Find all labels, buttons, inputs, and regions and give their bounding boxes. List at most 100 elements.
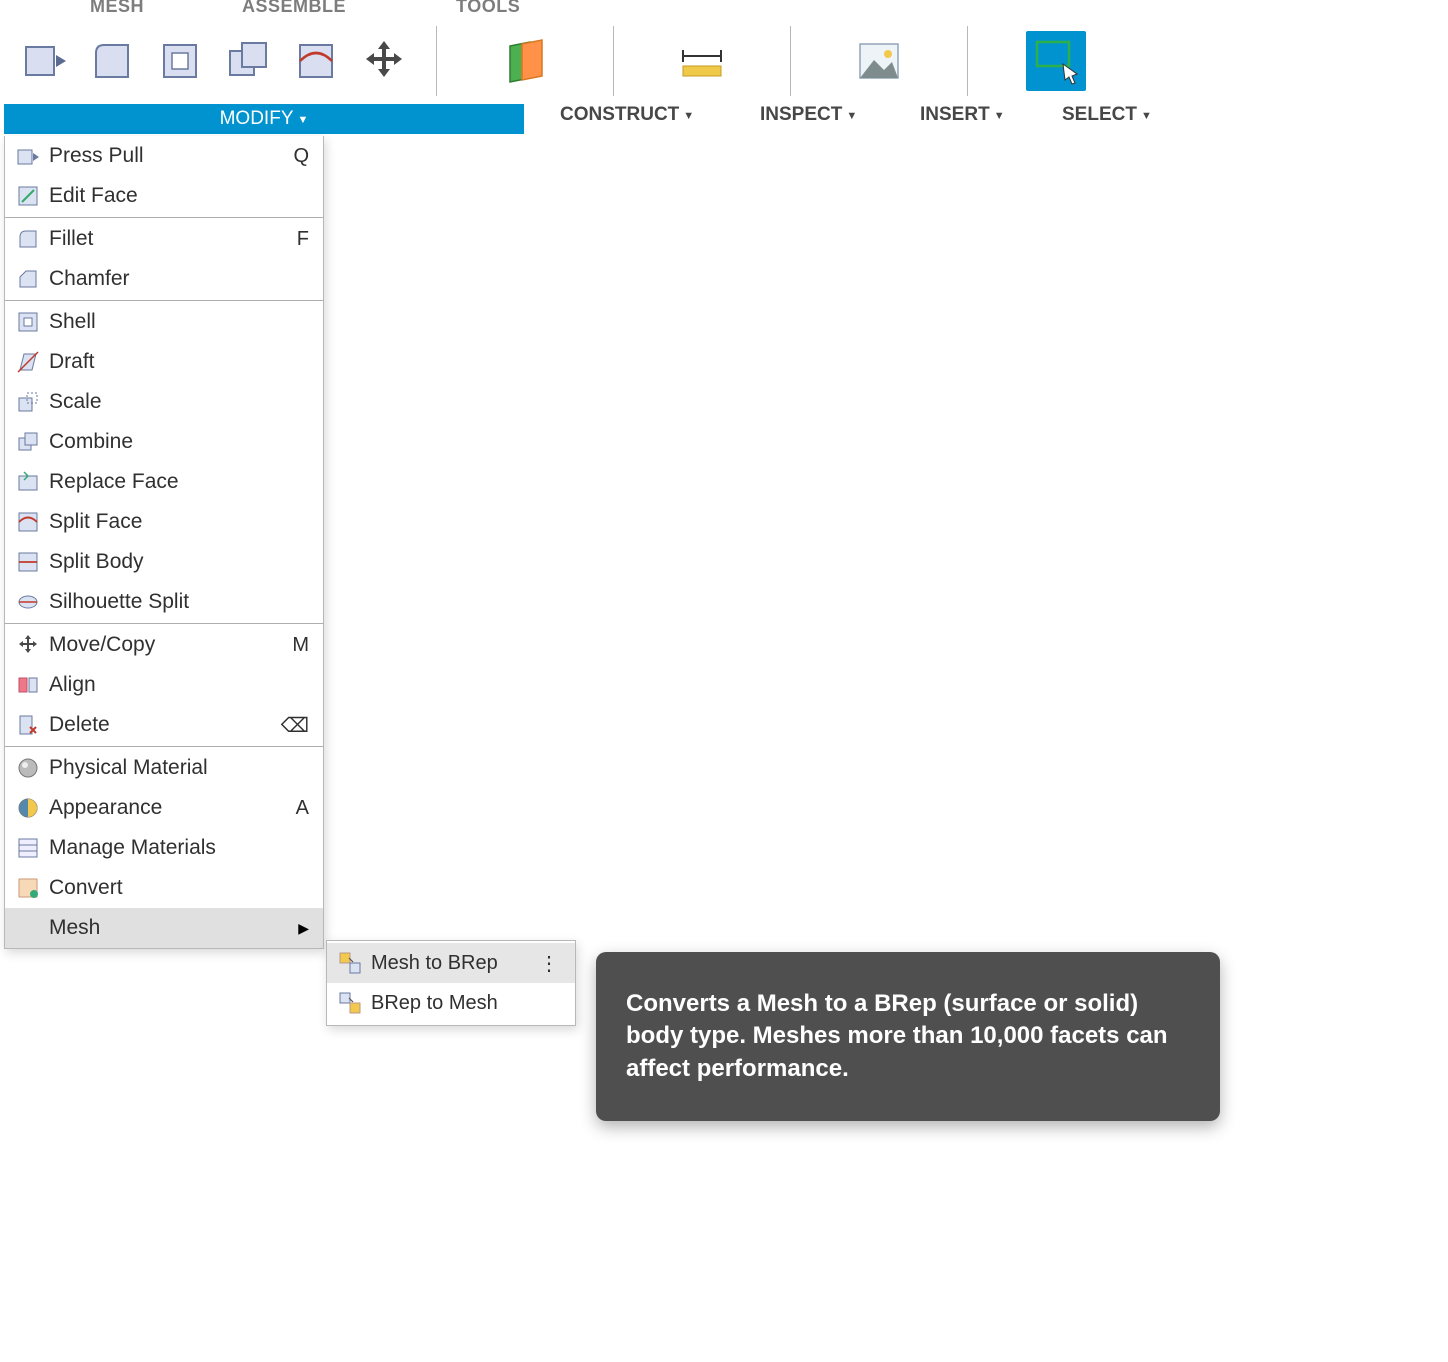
menu-item-label: Silhouette Split [49, 590, 313, 614]
menu-scale[interactable]: Scale [5, 382, 323, 422]
physical-material-icon [15, 755, 41, 781]
insert-dropdown[interactable]: INSERT▼ [920, 104, 1005, 126]
menu-item-label: Mesh to BRep [371, 952, 539, 975]
menu-item-label: Combine [49, 430, 313, 454]
menu-move-copy[interactable]: Move/Copy M [5, 625, 323, 665]
menu-item-shortcut: Q [293, 145, 309, 168]
tab-assemble[interactable]: ASSEMBLE [242, 0, 346, 12]
tool-move[interactable] [354, 31, 414, 91]
tool-combine[interactable] [218, 31, 278, 91]
menu-item-label: Split Face [49, 510, 313, 534]
convert-icon [15, 875, 41, 901]
menu-item-label: Edit Face [49, 184, 313, 208]
construct-dropdown[interactable]: CONSTRUCT▼ [560, 104, 694, 126]
tab-mesh[interactable]: MESH [90, 0, 144, 12]
menu-item-label: Convert [49, 876, 313, 900]
kebab-icon[interactable]: ⋮ [539, 951, 559, 976]
manage-materials-icon [15, 835, 41, 861]
workspace-tabs: MESH ASSEMBLE TOOLS [0, 0, 520, 12]
caret-down-icon: ▼ [683, 110, 694, 122]
silhouette-split-icon [15, 589, 41, 615]
menu-convert[interactable]: Convert [5, 868, 323, 908]
tool-shell[interactable] [150, 31, 210, 91]
menu-appearance[interactable]: Appearance A [5, 788, 323, 828]
tool-select[interactable] [1026, 31, 1086, 91]
menu-item-label: Appearance [49, 796, 296, 820]
caret-down-icon: ▼ [1141, 110, 1152, 122]
menu-silhouette-split[interactable]: Silhouette Split [5, 582, 323, 622]
split-body-icon [15, 549, 41, 575]
menu-split-face[interactable]: Split Face [5, 502, 323, 542]
menu-item-shortcut: A [296, 797, 309, 820]
tool-fillet[interactable] [82, 31, 142, 91]
menu-item-shortcut: F [297, 228, 309, 251]
scale-icon [15, 389, 41, 415]
mesh-to-brep-icon [337, 950, 363, 976]
replace-face-icon [15, 469, 41, 495]
menu-item-label: Draft [49, 350, 313, 374]
menu-mesh[interactable]: Mesh ▶ [5, 908, 323, 948]
press-pull-icon [15, 143, 41, 169]
menu-item-shortcut: M [292, 634, 309, 657]
shell-icon [15, 309, 41, 335]
menu-item-label: Mesh [49, 916, 298, 940]
menu-edit-face[interactable]: Edit Face [5, 176, 323, 216]
menu-fillet[interactable]: Fillet F [5, 219, 323, 259]
tool-split-face[interactable] [286, 31, 346, 91]
menu-item-label: Manage Materials [49, 836, 313, 860]
menu-replace-face[interactable]: Replace Face [5, 462, 323, 502]
menu-item-label: Chamfer [49, 267, 313, 291]
menu-item-label: Split Body [49, 550, 313, 574]
chamfer-icon [15, 266, 41, 292]
inspect-dropdown[interactable]: INSPECT▼ [760, 104, 857, 126]
mesh-submenu: Mesh to BRep ⋮ BRep to Mesh [326, 940, 576, 1026]
toolbar [0, 16, 1448, 106]
edit-face-icon [15, 183, 41, 209]
fillet-icon [15, 226, 41, 252]
menu-item-label: Press Pull [49, 144, 293, 168]
menu-item-shortcut: ⌫ [281, 713, 309, 738]
menu-item-label: Align [49, 673, 313, 697]
draft-icon [15, 349, 41, 375]
delete-icon [15, 712, 41, 738]
move-icon [15, 632, 41, 658]
menu-draft[interactable]: Draft [5, 342, 323, 382]
tab-tools[interactable]: TOOLS [456, 0, 520, 12]
menu-item-label: Shell [49, 310, 313, 334]
menu-shell[interactable]: Shell [5, 302, 323, 342]
modify-menu: Press Pull Q Edit Face Fillet F Chamfer … [4, 136, 324, 949]
menu-split-body[interactable]: Split Body [5, 542, 323, 582]
menu-brep-to-mesh[interactable]: BRep to Mesh [327, 983, 575, 1023]
menu-chamfer[interactable]: Chamfer [5, 259, 323, 299]
tool-insert-image[interactable] [849, 31, 909, 91]
caret-down-icon: ▼ [994, 110, 1005, 122]
menu-physical-material[interactable]: Physical Material [5, 748, 323, 788]
select-dropdown[interactable]: SELECT▼ [1062, 104, 1152, 126]
menu-item-label: Scale [49, 390, 313, 414]
tool-construct-plane[interactable] [495, 31, 555, 91]
brep-to-mesh-icon [337, 990, 363, 1016]
menu-manage-materials[interactable]: Manage Materials [5, 828, 323, 868]
menu-item-label: Delete [49, 713, 281, 737]
menu-combine[interactable]: Combine [5, 422, 323, 462]
menu-delete[interactable]: Delete ⌫ [5, 705, 323, 745]
menu-press-pull[interactable]: Press Pull Q [5, 136, 323, 176]
menu-item-label: BRep to Mesh [371, 992, 565, 1015]
appearance-icon [15, 795, 41, 821]
menu-align[interactable]: Align [5, 665, 323, 705]
menu-item-label: Replace Face [49, 470, 313, 494]
split-face-icon [15, 509, 41, 535]
submenu-arrow-icon: ▶ [298, 920, 309, 937]
tooltip: Converts a Mesh to a BRep (surface or so… [596, 952, 1220, 1121]
menu-item-label: Fillet [49, 227, 297, 251]
tool-press-pull[interactable] [14, 31, 74, 91]
menu-item-label: Move/Copy [49, 633, 292, 657]
menu-mesh-to-brep[interactable]: Mesh to BRep ⋮ [327, 943, 575, 983]
align-icon [15, 672, 41, 698]
mesh-body-icon [15, 915, 41, 941]
combine-icon [15, 429, 41, 455]
tooltip-text: Converts a Mesh to a BRep (surface or so… [626, 990, 1168, 1082]
caret-down-icon: ▼ [846, 110, 857, 122]
menu-item-label: Physical Material [49, 756, 313, 780]
tool-inspect-measure[interactable] [672, 31, 732, 91]
